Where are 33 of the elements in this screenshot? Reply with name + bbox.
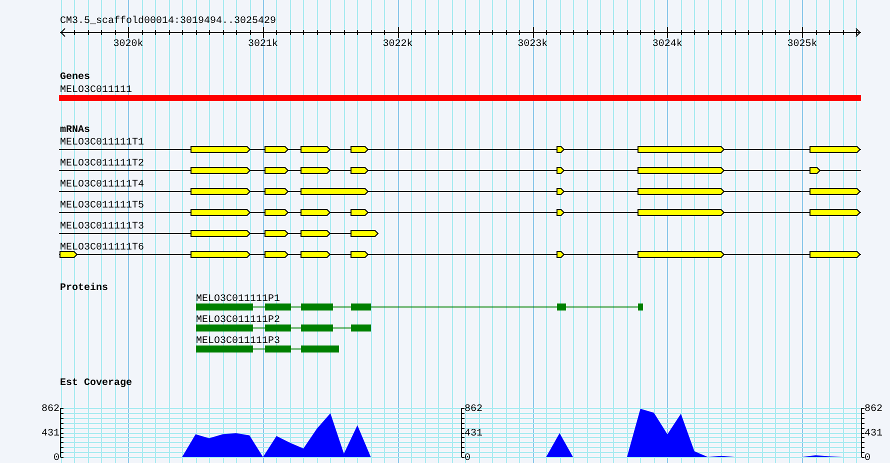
scale-label: 3020k <box>113 39 144 50</box>
axis-label: 431 <box>464 428 483 440</box>
feature-label: MELO3C011111T4 <box>60 180 144 190</box>
axis-label: 431 <box>864 428 883 440</box>
locus-title: CM3.5_scaffold00014:3019494..3025429 <box>60 16 276 27</box>
y-axis <box>861 408 865 458</box>
track-title: mRNAs <box>60 125 90 136</box>
axis-label: 431 <box>41 428 60 440</box>
scale-label: 3025k <box>787 39 818 50</box>
feature-label: MELO3C011111T1 <box>60 138 144 148</box>
feature-label: MELO3C011111T2 <box>60 158 144 170</box>
feature-label: MELO3C011111T6 <box>60 242 144 254</box>
axis-label: 862 <box>41 404 60 415</box>
axis-label: 0 <box>464 453 471 463</box>
feature-label: MELO3C011111T3 <box>60 222 144 232</box>
axis-label: 862 <box>464 404 483 415</box>
scale-label: 3023k <box>518 39 548 50</box>
feature-label: MELO3C011111 <box>60 85 132 96</box>
track-title: Proteins <box>60 283 108 294</box>
track-title: Est Coverage <box>60 378 132 389</box>
y-axis <box>461 408 465 458</box>
scale-label: 3022k <box>382 39 413 50</box>
scale-label: 3024k <box>652 39 682 50</box>
feature-label: MELO3C011111P2 <box>196 315 280 326</box>
y-axis <box>60 408 64 458</box>
feature-label: MELO3C011111P1 <box>196 294 280 305</box>
feature-label: MELO3C011111T5 <box>60 200 144 212</box>
axis-label: 0 <box>53 453 60 463</box>
track-title: Genes <box>60 72 90 83</box>
axis-label: 862 <box>864 404 883 415</box>
axis-label: 0 <box>864 453 871 463</box>
scale-label: 3021k <box>248 39 278 50</box>
feature-label: MELO3C011111P3 <box>196 336 280 347</box>
